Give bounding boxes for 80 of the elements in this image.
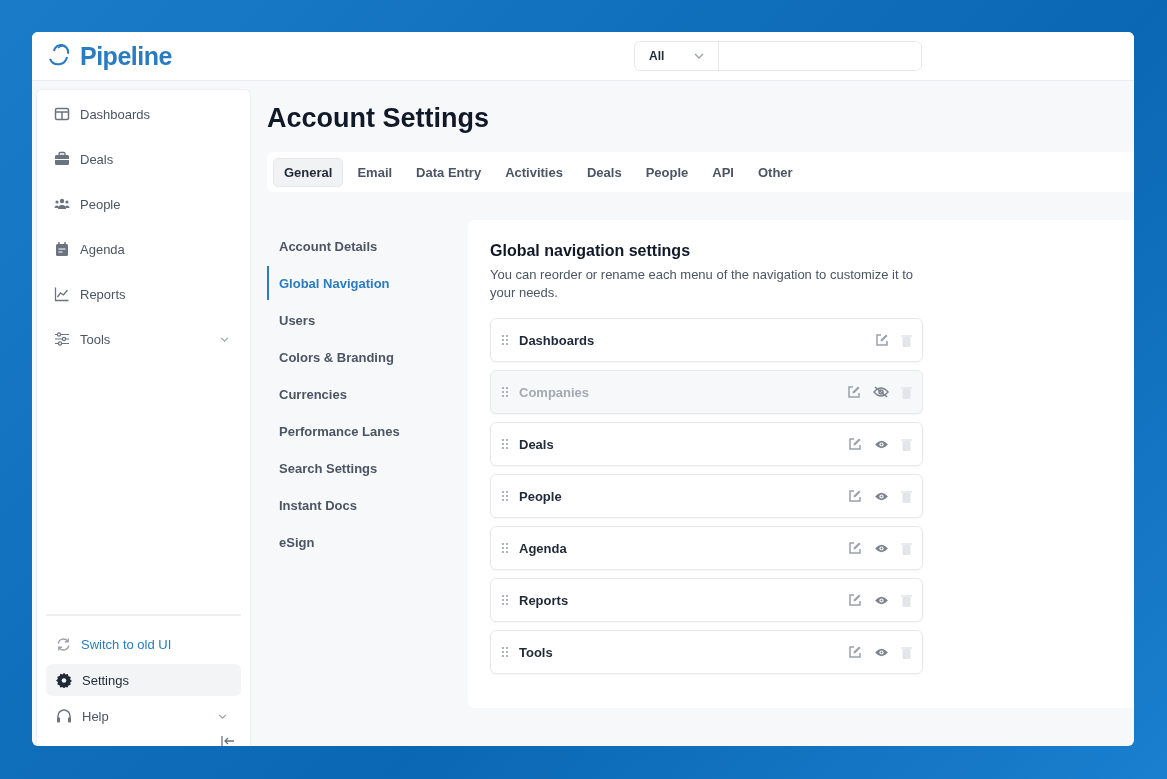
dashboard-icon [54, 106, 70, 122]
collapse-icon[interactable] [221, 736, 235, 746]
edit-icon[interactable] [848, 541, 862, 555]
sidebar-item[interactable]: Help [46, 700, 241, 732]
trash-icon[interactable] [901, 645, 912, 659]
briefcase-icon [54, 151, 70, 167]
refresh-icon [56, 636, 71, 652]
edit-icon[interactable] [848, 593, 862, 607]
sidebar-item[interactable]: Agenda [44, 233, 243, 265]
menu-row[interactable]: Agenda [490, 526, 923, 570]
settings-nav-item[interactable]: Account Details [267, 228, 468, 265]
drag-handle-icon[interactable] [501, 334, 509, 346]
menu-row[interactable]: People [490, 474, 923, 518]
edit-icon[interactable] [847, 385, 861, 399]
drag-handle-icon[interactable] [501, 438, 509, 450]
sidebar-item[interactable]: Dashboards [44, 98, 243, 130]
chart-icon [54, 286, 70, 302]
menu-label: Companies [519, 384, 591, 400]
tab[interactable]: API [702, 158, 744, 186]
tab[interactable]: Activities [495, 158, 573, 186]
settings-nav-item[interactable]: Performance Lanes [267, 413, 468, 450]
trash-icon[interactable] [901, 437, 912, 451]
tab[interactable]: Data Entry [406, 158, 492, 186]
chevron-down-icon [218, 713, 227, 719]
eye-off-icon[interactable] [873, 386, 889, 398]
tab[interactable]: People [635, 158, 699, 186]
sidebar-item[interactable]: Tools [44, 323, 243, 355]
edit-icon[interactable] [848, 489, 862, 503]
page-title: Account Settings [267, 103, 490, 134]
menu-label: People [519, 488, 563, 504]
panel-description: You can reorder or rename each menu of the navigation to customize it to your needs. [490, 266, 914, 302]
menu-label: Agenda [519, 540, 568, 556]
tab[interactable]: Deals [576, 158, 632, 186]
menu-label: Reports [519, 592, 570, 608]
settings-icon [56, 672, 72, 688]
sidebar-item[interactable]: Settings [46, 664, 241, 696]
menu-row[interactable]: Tools [490, 630, 923, 674]
eye-icon[interactable] [874, 438, 889, 450]
trash-icon[interactable] [901, 489, 912, 503]
trash-icon[interactable] [901, 541, 912, 555]
menu-label: Deals [519, 436, 555, 452]
menu-label: Dashboards [519, 332, 596, 348]
tab[interactable]: Other [747, 158, 803, 186]
eye-icon[interactable] [874, 542, 889, 554]
menu-row[interactable]: Reports [490, 578, 923, 622]
eye-icon[interactable] [874, 490, 889, 502]
sidebar-item[interactable]: Reports [44, 278, 243, 310]
sliders-icon [54, 331, 70, 347]
sidebar-item[interactable]: Deals [44, 143, 243, 175]
panel-title: Global navigation settings [490, 242, 692, 260]
tab[interactable]: General [273, 157, 344, 187]
drag-handle-icon[interactable] [501, 594, 509, 606]
sidebar-item[interactable]: People [44, 188, 243, 220]
chevron-down-icon [220, 336, 229, 342]
tab[interactable]: Email [347, 158, 403, 186]
edit-icon[interactable] [875, 333, 889, 347]
menu-row[interactable]: Deals [490, 422, 923, 466]
settings-nav-item[interactable]: Instant Docs [267, 487, 468, 524]
menu-label: Tools [519, 644, 554, 660]
edit-icon[interactable] [848, 437, 862, 451]
drag-handle-icon[interactable] [501, 646, 509, 658]
settings-nav-item[interactable]: eSign [267, 524, 468, 561]
calendar-icon [54, 241, 70, 257]
eye-icon[interactable] [874, 594, 889, 606]
edit-icon[interactable] [848, 645, 862, 659]
drag-handle-icon[interactable] [501, 386, 509, 398]
drag-handle-icon[interactable] [501, 542, 509, 554]
settings-nav-item[interactable]: Users [267, 302, 468, 339]
headphones-icon [56, 708, 72, 724]
drag-handle-icon[interactable] [501, 490, 509, 502]
menu-row[interactable]: Dashboards [490, 318, 923, 362]
trash-icon[interactable] [901, 333, 912, 347]
switch-link[interactable]: Switch to old UI [46, 628, 241, 660]
settings-nav-item[interactable]: Search Settings [267, 450, 468, 487]
settings-nav-item[interactable]: Colors & Branding [267, 339, 468, 376]
eye-icon[interactable] [874, 646, 889, 658]
trash-icon[interactable] [901, 593, 912, 607]
logo-text: Pipeline [80, 41, 172, 71]
people-icon [54, 196, 70, 212]
settings-nav-item[interactable]: Currencies [267, 376, 468, 413]
